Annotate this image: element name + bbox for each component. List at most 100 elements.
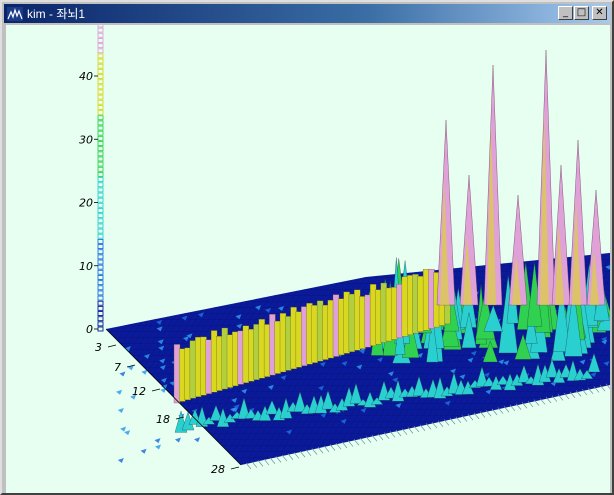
y-axis-tick: [230, 466, 240, 470]
z-axis-segment: [97, 43, 104, 49]
surface-band: [369, 284, 377, 346]
z-axis-segment: [97, 135, 104, 141]
z-axis-segment: [97, 48, 104, 54]
z-axis-segment: [97, 300, 104, 306]
surface-band: [237, 330, 244, 385]
z-axis-tick-label: 30: [79, 133, 93, 146]
floor-patch: [141, 369, 148, 375]
hatch-line: [281, 454, 288, 462]
surface-band: [285, 316, 292, 371]
z-axis-segment: [97, 269, 104, 275]
surface-band: [263, 324, 271, 377]
hatch-line: [311, 448, 318, 455]
z-axis-segment: [97, 321, 104, 327]
z-axis-segment: [97, 141, 104, 146]
surface-band: [417, 276, 424, 332]
z-axis-segment: [97, 89, 104, 95]
surface-band: [205, 339, 212, 394]
z-axis-segment: [97, 125, 104, 131]
app-window: kim - 좌뇌1 _ □ ✕ 0 10 20 30 40 3 7 12 18 28: [0, 0, 614, 495]
hatch-line: [389, 431, 396, 438]
z-axis-tick-label: 10: [79, 260, 93, 273]
hatch-line: [323, 445, 330, 453]
z-axis-segment: [97, 99, 104, 105]
hatch-line: [407, 427, 414, 434]
z-axis-segment: [97, 275, 104, 280]
surface-band: [364, 294, 371, 348]
close-button[interactable]: ✕: [592, 6, 607, 20]
floor-patch: [116, 389, 123, 395]
hatch-line: [263, 458, 270, 466]
z-axis-segment: [97, 68, 104, 74]
hatch-line: [275, 456, 282, 463]
y-axis-tick-label: 28: [211, 463, 225, 476]
surface-band: [354, 289, 361, 351]
surface-band: [332, 294, 340, 357]
z-axis-segment: [97, 290, 104, 296]
z-axis-segment: [97, 213, 104, 219]
surface-band: [269, 314, 276, 376]
title-bar[interactable]: kim - 좌뇌1 _ □ ✕: [4, 4, 610, 23]
z-axis-segment: [97, 305, 104, 311]
surface-band: [279, 313, 287, 373]
surface-band: [290, 306, 297, 370]
surface-band: [179, 348, 186, 402]
z-axis-segment: [97, 74, 104, 79]
z-axis-segment: [97, 228, 104, 234]
surface-band: [248, 329, 255, 382]
z-axis-segment: [97, 285, 104, 291]
hatch-line: [353, 439, 360, 446]
floor-patch: [117, 457, 124, 463]
surface-band: [253, 324, 260, 380]
hatch-line: [287, 453, 294, 460]
z-axis-segment: [97, 259, 104, 265]
hatch-line: [317, 446, 324, 454]
surface-band: [189, 340, 197, 399]
z-axis-segment: [97, 130, 104, 136]
y-axis-tick-label: 18: [156, 413, 170, 426]
y-axis-tick-label: 7: [114, 361, 121, 374]
hatch-line: [365, 436, 372, 443]
z-axis-segment: [97, 233, 104, 239]
maximize-button[interactable]: □: [574, 6, 589, 20]
surface-band: [407, 275, 414, 335]
hatch-line: [257, 460, 264, 467]
surface-band: [375, 289, 382, 345]
z-axis-segment: [97, 32, 104, 38]
surface-band: [401, 276, 409, 337]
y-axis-tick: [151, 388, 161, 392]
z-axis-segment: [97, 156, 104, 162]
z-axis-segment: [97, 177, 104, 183]
surface-plot: 0 10 20 30 40 37 12 18 28: [79, 25, 610, 476]
z-axis-tick-label: 20: [79, 197, 93, 210]
surface-band: [274, 320, 281, 374]
y-axis-tick-label: 3: [95, 341, 102, 354]
z-axis-segment: [97, 27, 104, 33]
z-axis-segment: [97, 58, 104, 64]
minimize-button[interactable]: _: [558, 6, 573, 20]
hatch-line: [305, 449, 312, 457]
hatch-line: [299, 450, 306, 458]
z-axis-segment: [97, 244, 104, 250]
z-axis-segment: [97, 202, 104, 208]
z-axis-segment: [97, 223, 104, 229]
z-axis-segment: [97, 53, 104, 59]
hatch-line: [395, 429, 402, 437]
y-axis-tick-label: 12: [132, 385, 146, 398]
surface-plot-icon: [7, 6, 23, 21]
floor-patch: [117, 407, 124, 413]
surface-band: [316, 300, 324, 362]
surface-band: [311, 305, 318, 363]
floor-patch: [140, 448, 147, 454]
z-axis-segment: [97, 295, 104, 301]
surface-band: [391, 287, 398, 340]
z-axis-segment: [97, 120, 104, 126]
floor-patch: [194, 437, 201, 443]
surface-band: [216, 336, 223, 391]
z-axis-segment: [97, 326, 104, 332]
z-axis-segment: [97, 311, 104, 316]
z-axis-segment: [97, 182, 104, 188]
hatch-line: [359, 437, 366, 445]
z-axis: 0 10 20 30 40: [79, 25, 104, 336]
z-axis-segment: [97, 238, 104, 244]
